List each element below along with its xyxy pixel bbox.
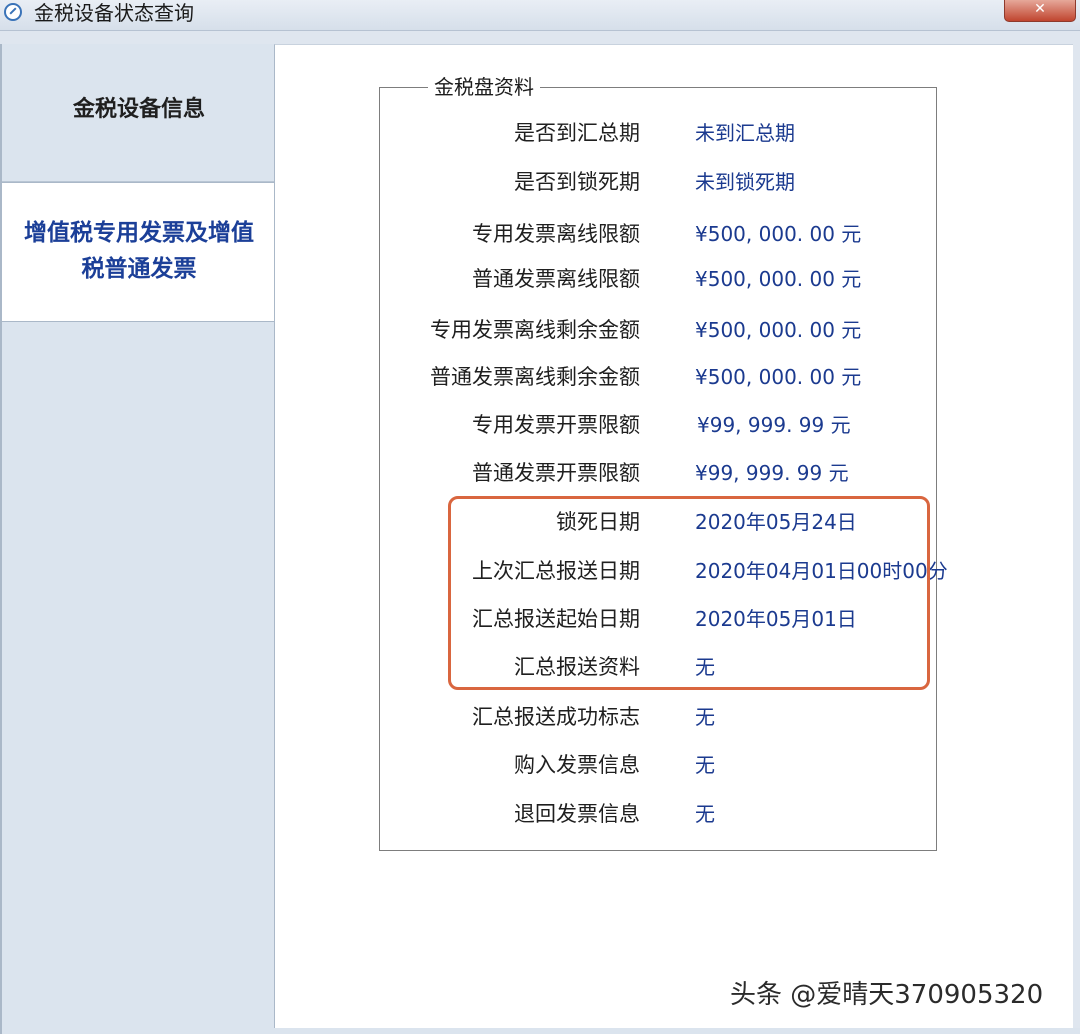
info-row-value: ¥99, 999. 99 元 [695,461,849,485]
app-logo-icon [4,3,22,21]
info-row-value: 未到锁死期 [695,170,795,194]
info-row-label: 普通发票离线限额 [472,267,640,291]
info-row-label: 是否到锁死期 [514,170,640,194]
info-row-value: 未到汇总期 [695,121,795,145]
info-row: 是否到锁死期 未到锁死期 [0,162,900,202]
info-row-value: ¥99, 999. 99 元 [697,413,851,437]
close-button[interactable]: ✕ [1004,0,1076,22]
info-row-label: 是否到汇总期 [514,121,640,145]
info-row-label: 普通发票开票限额 [472,461,640,485]
info-row: 普通发票开票限额 ¥99, 999. 99 元 [0,453,900,493]
watermark: 头条 @爱晴天370905320 [730,980,1044,1010]
info-row-label: 专用发票离线限额 [472,222,640,246]
info-row: 购入发票信息 无 [0,745,900,785]
info-row-value: ¥500, 000. 00 元 [695,318,862,342]
info-row-label: 普通发票离线剩余金额 [430,365,640,389]
info-row: 是否到汇总期 未到汇总期 [0,113,900,153]
info-row: 退回发票信息 无 [0,794,900,834]
info-row-value: ¥500, 000. 00 元 [695,365,862,389]
info-row-value: 无 [695,705,715,729]
info-row-value: ¥500, 000. 00 元 [695,267,862,291]
info-row: 专用发票离线限额 ¥500, 000. 00 元 [0,214,900,254]
info-row-label: 汇总报送成功标志 [472,705,640,729]
info-row-label: 退回发票信息 [514,802,640,826]
info-row: 专用发票开票限额 ¥99, 999. 99 元 [0,405,900,445]
window-title: 金税设备状态查询 [34,1,194,25]
info-row-label: 专用发票离线剩余金额 [430,318,640,342]
info-row: 普通发票离线限额 ¥500, 000. 00 元 [0,259,900,299]
info-row-label: 专用发票开票限额 [472,413,640,437]
group-title: 金税盘资料 [428,74,540,100]
info-row-value: 无 [695,753,715,777]
close-icon: ✕ [1034,1,1046,17]
info-row: 专用发票离线剩余金额 ¥500, 000. 00 元 [0,310,900,350]
highlight-annotation [448,496,930,690]
info-row-value: ¥500, 000. 00 元 [695,222,862,246]
bottom-border [274,1028,1080,1034]
info-row-label: 购入发票信息 [514,753,640,777]
info-row: 普通发票离线剩余金额 ¥500, 000. 00 元 [0,357,900,397]
info-row: 汇总报送成功标志 无 [0,697,900,737]
info-row-value: 无 [695,802,715,826]
title-bar: 金税设备状态查询 ✕ [0,0,1080,31]
